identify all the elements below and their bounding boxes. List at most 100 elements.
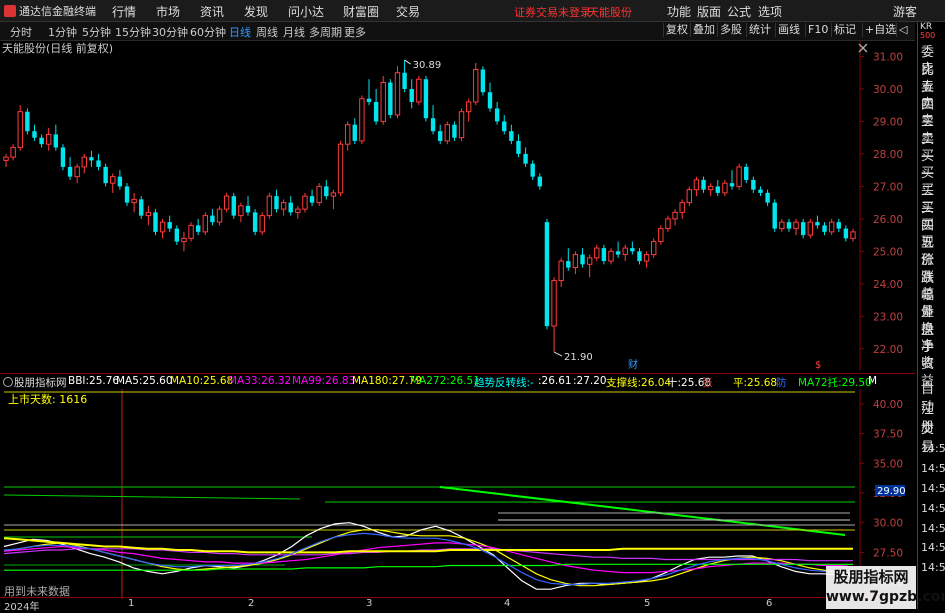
menu-options[interactable]: 选项 [758,3,782,20]
period-tab-30min[interactable]: 30分钟 [152,24,188,40]
candle-body [807,221,813,236]
menu-item-news[interactable]: 资讯 [200,3,224,20]
candle-body [544,222,550,327]
candle-body [145,211,152,217]
period-tab-intraday[interactable]: 分时 [10,24,32,40]
candle-body [594,247,600,259]
indicator-line-ma180 [3,537,853,554]
menu-formula[interactable]: 公式 [727,3,751,20]
period-tab-multi[interactable]: 多周期 [309,24,342,40]
candle-body [266,195,273,217]
period-tab-60min[interactable]: 60分钟 [190,24,226,40]
multi-stock-button[interactable]: 多股 [717,23,744,37]
period-tab-monthly[interactable]: 月线 [283,24,305,40]
candle-body [473,68,479,103]
candle-body [693,179,700,191]
period-tab-weekly[interactable]: 周线 [256,24,278,40]
candle-body [159,221,166,233]
price-tick-label: 23.00 [873,311,903,323]
candle-body [252,212,258,232]
finance-marker[interactable]: 财 [628,358,638,370]
xaxis-year: 2024年 [4,602,40,613]
mark-button[interactable]: 标记 [831,23,858,37]
indicator-value: MA272:26.51 [410,375,480,387]
login-status[interactable]: 证券交易未登录 [514,4,591,20]
candle-body [502,121,507,132]
candle-body [53,134,59,148]
overlay-button[interactable]: 叠加 [690,23,717,37]
candle-body [337,143,344,194]
candle-body [324,186,329,197]
f10-button[interactable]: F10 [805,23,830,37]
collapse-left-icon[interactable]: ◁ [896,23,909,37]
draw-line-button[interactable]: 画线 [775,23,802,37]
period-tab-more[interactable]: 更多 [344,24,366,40]
candle-body [74,166,80,178]
price-tick-label: 30.00 [873,84,903,96]
candle-body [295,208,301,213]
candle-body [17,111,23,148]
indicator-value: MA5:25.60 [116,375,173,387]
price-tick-label: 24.00 [873,279,903,291]
candle-body [366,98,372,102]
menu-item-trade[interactable]: 交易 [396,3,420,20]
candle-body [779,221,785,230]
app-logo-icon [4,5,16,17]
candle-body [566,261,571,268]
xaxis-month-2: 2 [248,598,255,609]
candle-body [309,196,315,203]
candle-body [658,228,664,243]
period-tab-5min[interactable]: 5分钟 [82,24,111,40]
indicator-settings-icon[interactable] [3,377,13,387]
candle-body [836,222,841,229]
candle-body [25,111,30,132]
price-tick-label: 26.00 [873,214,903,226]
dividend-marker[interactable]: $ [815,360,821,370]
candle-body [523,153,528,164]
current-stock-name: 天能股份 [588,6,632,19]
candle-body [729,183,735,187]
candle-body [672,211,678,220]
chart-close-icon[interactable] [858,43,868,53]
candle-body [765,192,770,203]
indicator-name[interactable]: 股朋指标网 [14,375,67,390]
menu-layout[interactable]: 版面 [697,3,721,20]
indicator-tick-label: 37.50 [873,429,903,441]
menu-item-market[interactable]: 市场 [156,3,180,20]
candle-body [394,72,401,116]
app-title-text: 通达信金融终端 [19,5,96,18]
menu-item-quotes[interactable]: 行情 [112,3,136,20]
candle-body [622,247,628,256]
price-tag: 29.90 [877,486,906,497]
price-tick-label: 28.00 [873,149,903,161]
candle-body [280,202,287,210]
indicator-chart[interactable]: 40.0037.5035.0032.5030.0027.5025.00 29.9… [0,389,915,599]
candle-body [174,228,180,242]
candle-body [480,69,486,93]
candle-body [637,251,642,262]
price-tick-label: 29.00 [873,116,903,128]
indicator-tick-label: 40.00 [873,399,903,411]
indicator-value: 趋势反转线:- [474,377,534,389]
candle-body [793,221,799,230]
side-panel-lower-label: 14:5 [921,462,945,476]
period-tab-15min[interactable]: 15分钟 [115,24,151,40]
candle-body [316,185,322,204]
candle-body [216,208,223,223]
adjust-button[interactable]: 复权 [663,23,690,37]
menu-item-ask[interactable]: 问小达 [288,3,324,20]
statistics-button[interactable]: 统计 [746,23,773,37]
menu-item-wealth[interactable]: 财富圈 [343,3,379,20]
candle-body [537,176,543,187]
xaxis-month-5: 5 [644,598,651,609]
guest-user[interactable]: 游客 [893,3,917,20]
indicator-value: 支撑线:26.04 [606,377,672,389]
menu-item-discover[interactable]: 发现 [244,3,268,20]
candle-body [516,140,521,154]
period-tab-1min[interactable]: 1分钟 [48,24,77,40]
menu-function[interactable]: 功能 [667,3,691,20]
add-watchlist-button[interactable]: +自选 [862,23,898,37]
period-tab-daily[interactable]: 日线 [229,24,251,40]
candle-body [344,124,351,145]
price-chart[interactable]: 31.00 30.00 29.00 28.00 27.00 26.00 25.00 24.00… [0,40,915,370]
